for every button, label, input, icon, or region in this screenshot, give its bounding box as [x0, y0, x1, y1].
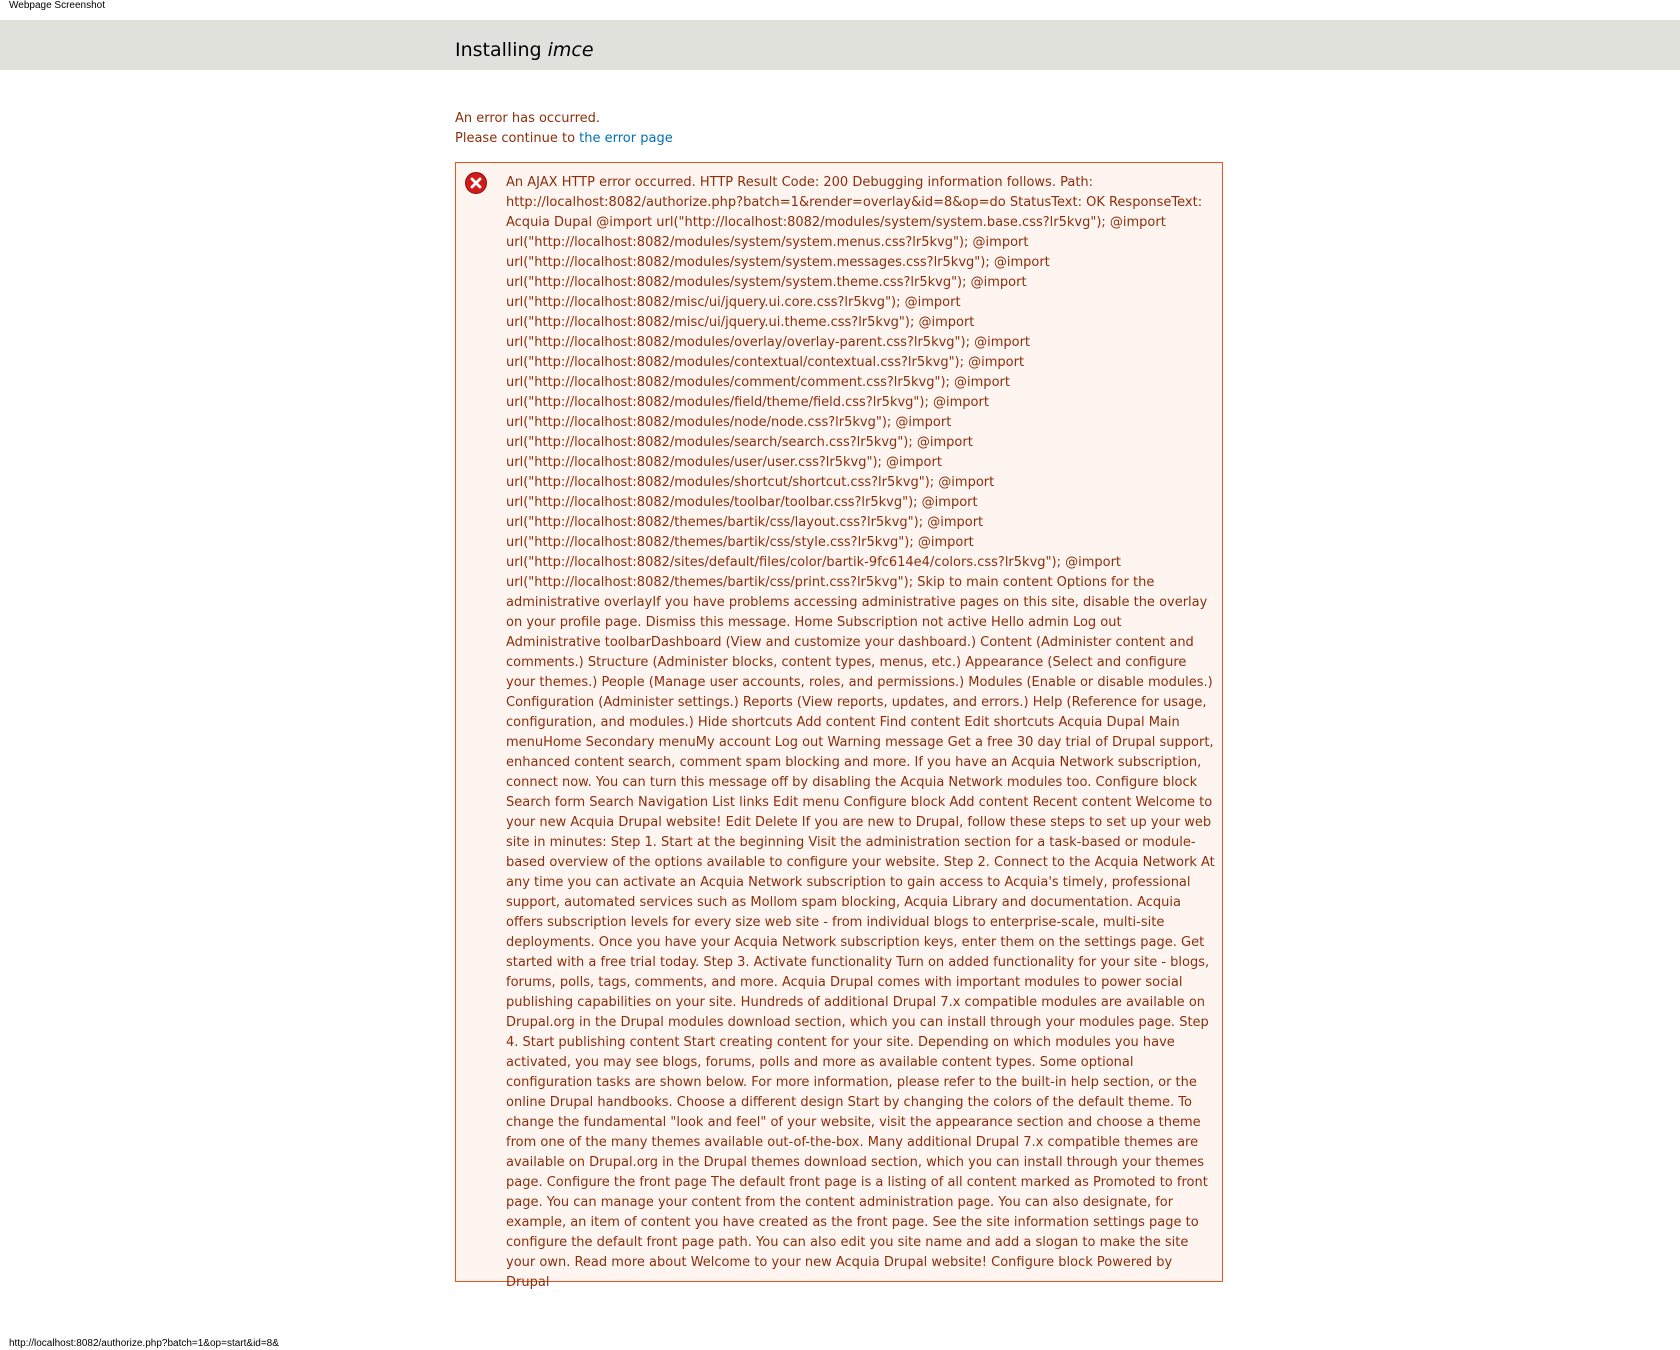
- continue-prefix: Please continue to: [455, 131, 580, 146]
- error-message-text: An AJAX HTTP error occurred. HTTP Result…: [506, 175, 1215, 1290]
- continue-line: Please continue to the error page: [455, 129, 1225, 149]
- error-x-icon: [465, 172, 487, 194]
- intro-message: An error has occurred. Please continue t…: [455, 109, 1225, 149]
- error-message-box: An AJAX HTTP error occurred. HTTP Result…: [455, 162, 1223, 1290]
- error-occurred-text: An error has occurred.: [455, 111, 601, 126]
- status-bar-url: http://localhost:8082/authorize.php?batc…: [9, 1338, 279, 1349]
- window-title: Webpage Screenshot: [9, 0, 105, 11]
- page-title-module: imce: [547, 39, 594, 61]
- error-page-link[interactable]: the error page: [579, 131, 673, 146]
- page-title-prefix: Installing: [455, 39, 548, 61]
- page-title: Installing imce: [455, 38, 594, 62]
- header-bar: [0, 20, 1680, 70]
